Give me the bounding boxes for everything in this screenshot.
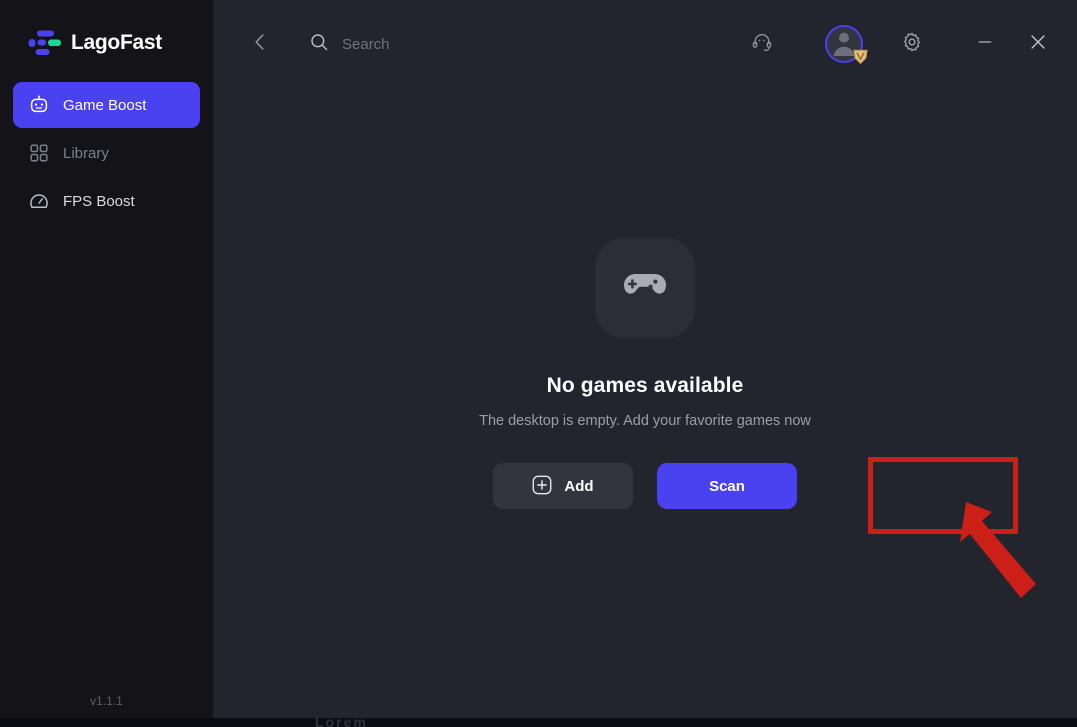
plus-square-icon	[532, 475, 552, 498]
desktop-taskbar-sliver: Lorem	[0, 718, 1077, 727]
sidebar-item-fps-boost[interactable]: FPS Boost	[13, 178, 200, 224]
sidebar-item-label: Game Boost	[63, 96, 147, 114]
taskbar-cut-text: Lorem	[315, 718, 368, 727]
app-logo: LagoFast	[0, 0, 213, 62]
minimize-icon	[975, 32, 995, 57]
close-button[interactable]	[1021, 27, 1055, 61]
library-grid-icon	[29, 143, 49, 163]
settings-button[interactable]	[895, 27, 929, 61]
lagofast-window: LagoFast Game Boost Library FPS Boost v1…	[0, 0, 1077, 727]
top-bar-actions	[745, 25, 1059, 65]
empty-state-title: No games available	[546, 374, 744, 397]
gear-icon	[901, 31, 923, 58]
minimize-button[interactable]	[968, 27, 1002, 61]
sidebar-item-game-boost[interactable]: Game Boost	[13, 82, 200, 128]
empty-state: No games available The desktop is empty.…	[213, 238, 1077, 509]
sidebar: LagoFast Game Boost Library FPS Boost v1…	[0, 0, 213, 727]
search-box[interactable]	[309, 32, 612, 57]
lagofast-logo-icon	[28, 30, 62, 56]
chevron-left-icon	[249, 31, 271, 58]
empty-state-subtitle: The desktop is empty. Add your favorite …	[479, 413, 811, 429]
sidebar-nav: Game Boost Library FPS Boost	[0, 82, 213, 224]
back-button[interactable]	[245, 29, 275, 59]
vip-crown-badge-icon	[851, 47, 870, 66]
sidebar-item-label: Library	[63, 144, 109, 162]
main-content: No games available The desktop is empty.…	[213, 0, 1077, 727]
sidebar-item-label: FPS Boost	[63, 192, 135, 210]
search-input[interactable]	[342, 35, 612, 53]
add-game-button[interactable]: Add	[493, 463, 633, 509]
scan-button[interactable]: Scan	[657, 463, 797, 509]
sidebar-item-library[interactable]: Library	[13, 130, 200, 176]
game-boost-icon	[29, 95, 49, 115]
empty-state-actions: Add Scan	[493, 463, 797, 509]
search-icon	[309, 32, 329, 57]
empty-state-illustration	[595, 238, 695, 338]
gamepad-icon	[617, 266, 673, 311]
top-bar	[213, 0, 1077, 88]
fps-gauge-icon	[29, 191, 49, 211]
add-game-label: Add	[564, 477, 594, 495]
close-icon	[1027, 31, 1049, 58]
app-version: v1.1.1	[90, 694, 123, 708]
app-logo-text: LagoFast	[71, 31, 162, 54]
user-avatar-button[interactable]	[825, 25, 868, 65]
support-button[interactable]	[745, 27, 779, 61]
headset-support-icon	[751, 31, 773, 58]
